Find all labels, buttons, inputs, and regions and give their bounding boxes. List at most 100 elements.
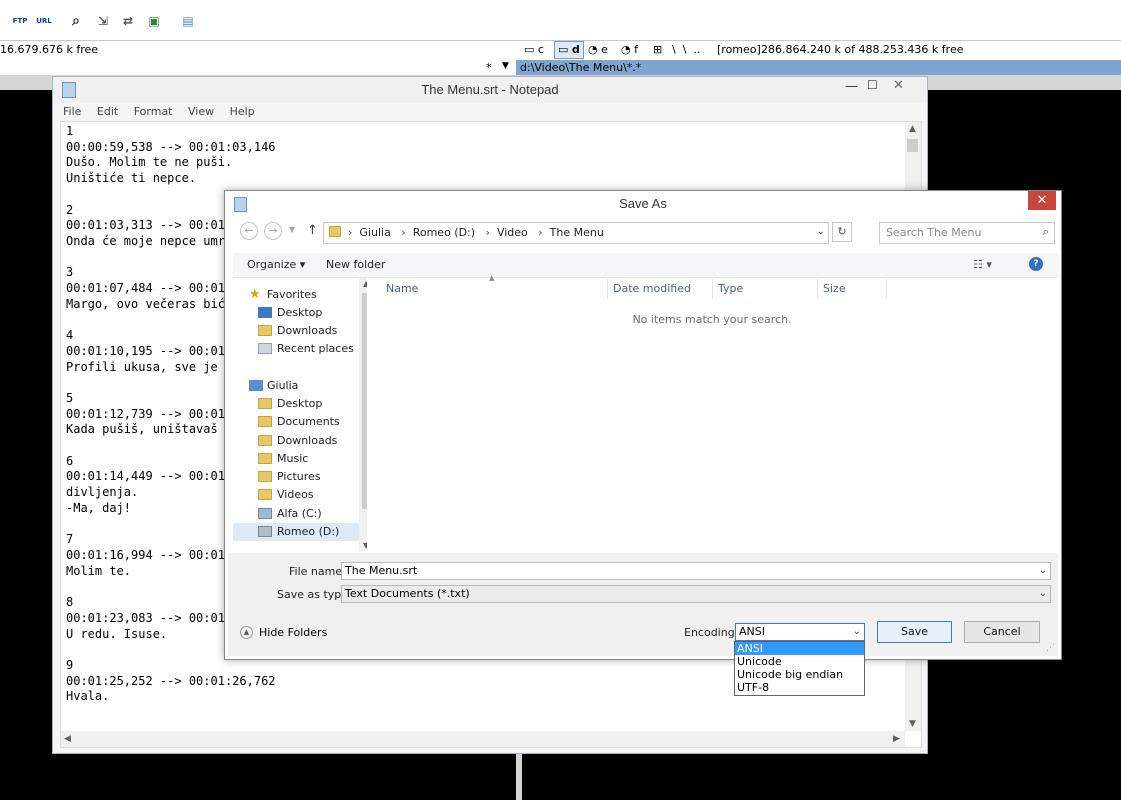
drive-c-button[interactable]: ▭ c [524,43,544,56]
documents-folder-icon [258,416,272,427]
breadcrumb-romeo[interactable]: Romeo (D:) [413,226,475,239]
column-type[interactable]: Type [718,282,743,295]
nav-drive-c[interactable]: Alfa (C:) [258,505,322,523]
breadcrumb-giulia[interactable]: Giulia [359,226,390,239]
cancel-button[interactable]: Cancel [964,621,1040,643]
menu-format[interactable]: Format [134,103,173,121]
file-list[interactable]: ▲ Name Date modified Type Size No items … [367,274,1057,552]
scroll-down-icon[interactable]: ▼ [909,719,916,729]
recent-locations-icon[interactable]: ▼ [289,225,295,234]
nav-drive-d[interactable]: Romeo (D:) [233,523,359,541]
history-dropdown-icon[interactable]: ▼ [502,61,509,71]
search-icon: ⌕ [1042,225,1049,238]
binoculars-icon[interactable]: ⌕ [66,11,86,31]
minimize-icon[interactable]: — [845,79,858,94]
nav-fav-downloads[interactable]: Downloads [258,322,337,340]
resize-grip-icon[interactable]: ⋰ [1046,643,1055,653]
new-folder-button[interactable]: New folder [326,258,385,271]
encoding-option-unicode-big-endian[interactable]: Unicode big endian [735,668,864,681]
rename-icon[interactable]: ⇲ [93,11,113,31]
notepad-close-icon[interactable]: ✕ [893,78,904,93]
command-bar: Organize ▾ New folder ☷ ▾ ? [233,253,1059,277]
network-icon[interactable]: ⊞ [653,43,662,56]
notepad-titlebar[interactable]: The Menu.srt - Notepad — ☐ ✕ [53,77,927,103]
organize-button[interactable]: Organize ▾ [247,258,305,271]
menu-help[interactable]: Help [230,103,255,121]
editor-line: 00:00:59,538 --> 00:01:03,146 [66,139,276,154]
path-bar: * ▼ d:\Video\The Menu\*.* [0,60,1121,75]
nav-pictures[interactable]: Pictures [258,468,321,486]
breadcrumb-the-menu[interactable]: The Menu [550,226,604,239]
nav-user-giulia[interactable]: Giulia [249,377,298,395]
scroll-left-icon[interactable]: ◀ [64,734,71,744]
dialog-titlebar[interactable]: Save As ✕ [225,191,1061,216]
save-type-select[interactable]: Text Documents (*.txt) ⌄ [341,585,1051,603]
save-type-dropdown-icon[interactable]: ⌄ [1039,586,1047,602]
menu-view[interactable]: View [188,103,214,121]
encoding-option-ansi[interactable]: ANSI [735,642,864,655]
encoding-option-unicode[interactable]: Unicode [735,655,864,668]
encoding-option-utf8[interactable]: UTF-8 [735,681,864,694]
editor-line: Dušo. Molim te ne puši. [66,155,233,170]
menu-edit[interactable]: Edit [97,103,118,121]
scroll-right-icon[interactable]: ▶ [893,734,900,744]
column-size[interactable]: Size [823,282,846,295]
file-name-label: File name: [289,565,346,578]
nav-music[interactable]: Music [258,450,308,468]
refresh-icon[interactable]: ↻ [832,222,852,242]
address-box[interactable]: › Giulia › Romeo (D:) › Video › The Menu… [323,222,829,244]
drive-icon [258,508,272,519]
dialog-close-button[interactable]: ✕ [1028,191,1056,210]
nav-favorites[interactable]: ★ Favorites [249,286,317,304]
nav-recent-places[interactable]: Recent places [258,340,354,358]
star-icon: ★ [249,287,261,302]
scroll-up-icon[interactable]: ▲ [909,124,916,134]
nav-fav-desktop[interactable]: Desktop [258,304,322,322]
search-input[interactable]: Search The Menu ⌕ [879,222,1055,244]
forward-icon[interactable]: → [264,222,282,240]
videos-folder-icon [258,489,272,500]
encoding-dropdown-icon[interactable]: ⌄ [853,624,861,640]
current-path: d:\Video\The Menu\*.* [516,60,1121,75]
sync-icon[interactable]: ⇄ [118,11,138,31]
url-icon[interactable]: URL [34,11,54,31]
file-name-input[interactable]: The Menu.srt ⌄ [341,562,1051,580]
root-buttons[interactable]: \ \ .. [672,43,700,56]
view-options-icon[interactable]: ☷ ▾ [973,258,992,271]
editor-line: Uništiće ti nepce. [66,171,197,186]
breadcrumb-video[interactable]: Video [497,226,528,239]
panel-splitter[interactable] [516,750,522,800]
save-button[interactable]: Save [877,621,952,643]
column-name[interactable]: Name [386,282,418,295]
editor-line: 1 [66,124,74,138]
maximize-icon[interactable]: ☐ [867,78,878,92]
pack-icon[interactable]: ▣ [144,11,164,31]
nav-documents[interactable]: Documents [258,413,340,431]
encoding-select[interactable]: ANSI ⌄ [735,623,865,641]
address-dropdown-icon[interactable]: ⌄ [817,226,825,237]
search-placeholder: Search The Menu [886,226,982,239]
drive-d-button[interactable]: ▭ d [554,41,584,59]
nav-desktop[interactable]: Desktop [258,395,322,413]
column-separator [886,279,887,299]
file-name-dropdown-icon[interactable]: ⌄ [1039,563,1047,579]
drive-e-button[interactable]: ◔ e [588,43,608,56]
back-icon[interactable]: ← [240,222,258,240]
nav-downloads[interactable]: Downloads [258,432,337,450]
desktop-folder-icon [258,398,272,409]
column-date-modified[interactable]: Date modified [613,282,691,295]
ftp-icon[interactable]: FTP [10,11,30,31]
notepad-icon[interactable]: ▤ [178,11,198,31]
path-star[interactable]: * [486,61,492,74]
column-separator [607,279,608,299]
horizontal-scrollbar[interactable]: ◀ ▶ [61,731,905,747]
up-icon[interactable]: ↑ [307,223,318,238]
scroll-thumb[interactable] [907,139,918,152]
sort-arrow-icon: ▲ [489,274,495,282]
menu-file[interactable]: File [63,103,81,121]
desktop-icon [258,307,272,318]
help-icon[interactable]: ? [1029,257,1043,271]
drive-f-button[interactable]: ◔ f [621,43,638,56]
nav-videos[interactable]: Videos [258,486,314,504]
notepad-title: The Menu.srt - Notepad [421,82,559,97]
